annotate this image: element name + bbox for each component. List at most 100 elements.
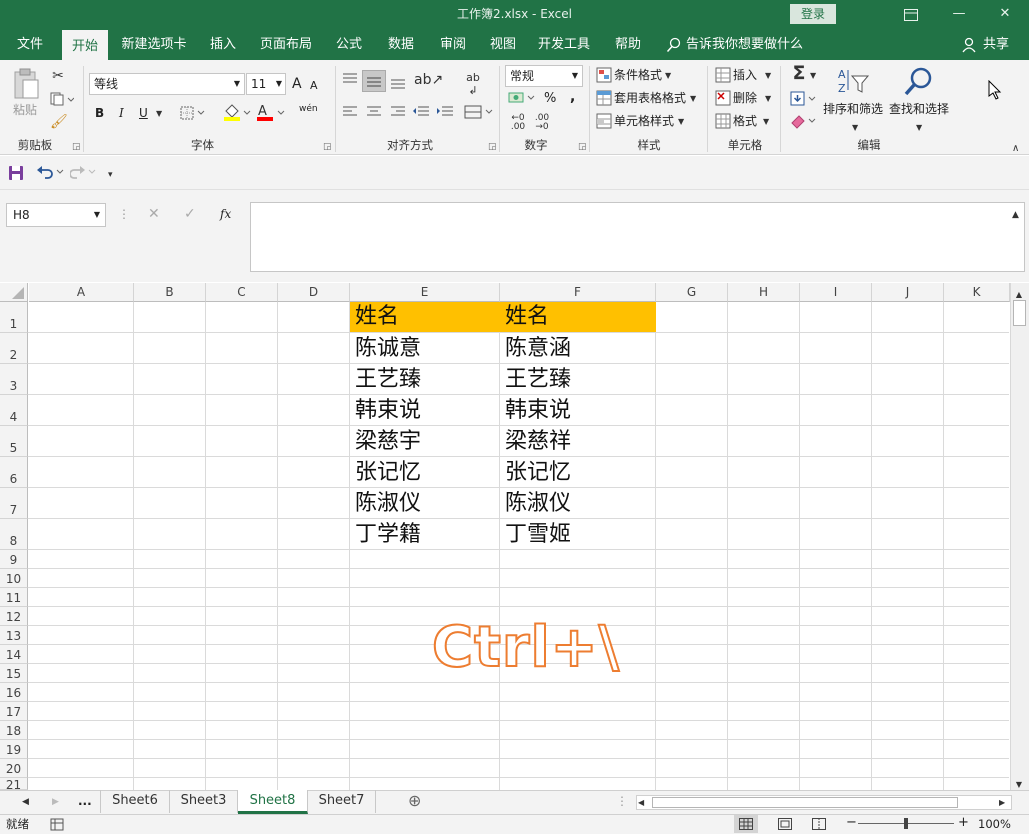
- column-header[interactable]: I: [800, 283, 872, 302]
- tell-me-search[interactable]: 告诉我你想要做什么: [686, 30, 806, 60]
- row-header[interactable]: 12: [0, 607, 28, 626]
- sort-filter-icon[interactable]: AZ: [836, 66, 870, 101]
- sheet-tab-active[interactable]: Sheet8: [238, 790, 308, 814]
- row-header[interactable]: 7: [0, 488, 28, 519]
- increase-indent-icon[interactable]: [436, 105, 454, 122]
- cell-e4[interactable]: 韩束说: [350, 396, 421, 426]
- comma-button[interactable]: ,: [570, 88, 575, 106]
- tab-data[interactable]: 数据: [378, 30, 424, 60]
- chevron-down-icon[interactable]: ▼: [678, 113, 684, 131]
- cell-f1[interactable]: 姓名: [500, 302, 549, 332]
- row-header[interactable]: 11: [0, 588, 28, 607]
- cell-f7[interactable]: 陈淑仪: [500, 489, 571, 519]
- row-header[interactable]: 13: [0, 626, 28, 645]
- share-button[interactable]: 共享: [980, 30, 1012, 60]
- column-header[interactable]: D: [278, 283, 350, 302]
- bold-button[interactable]: B: [95, 104, 104, 122]
- cell-e8[interactable]: 丁学籍: [350, 520, 421, 550]
- minimize-button[interactable]: —: [936, 0, 982, 30]
- cell-f4[interactable]: 韩束说: [500, 396, 571, 426]
- find-select-icon[interactable]: [903, 66, 935, 101]
- vertical-scrollbar[interactable]: [1010, 283, 1029, 790]
- tab-help[interactable]: 帮助: [606, 30, 650, 60]
- row-header[interactable]: 6: [0, 457, 28, 488]
- number-format-select[interactable]: 常规 ▼: [505, 65, 583, 87]
- sheet-tab[interactable]: Sheet3: [170, 790, 238, 813]
- save-icon[interactable]: [8, 165, 24, 184]
- delete-cells-button[interactable]: 删除: [733, 89, 757, 107]
- alignment-launcher-icon[interactable]: ◲: [488, 142, 497, 152]
- column-header[interactable]: K: [944, 283, 1010, 302]
- row-header[interactable]: 21: [0, 778, 28, 790]
- decrease-indent-icon[interactable]: [412, 105, 430, 122]
- page-break-view-icon[interactable]: [812, 818, 826, 833]
- fill-icon[interactable]: [790, 91, 820, 110]
- column-header[interactable]: J: [872, 283, 944, 302]
- orientation-icon[interactable]: ab↗: [414, 71, 443, 89]
- cell-styles-icon[interactable]: [596, 113, 612, 132]
- tab-new[interactable]: 新建选项卡: [114, 30, 194, 60]
- expand-formula-icon[interactable]: ▲: [1012, 206, 1019, 224]
- tab-file[interactable]: 文件: [0, 30, 60, 60]
- italic-button[interactable]: I: [119, 104, 124, 122]
- tab-developer[interactable]: 开发工具: [530, 30, 598, 60]
- font-name-select[interactable]: 等线 ▼: [89, 73, 245, 95]
- merge-center-icon[interactable]: [464, 105, 494, 122]
- name-box[interactable]: H8 ▼: [6, 203, 106, 227]
- cell-f5[interactable]: 梁慈祥: [500, 427, 571, 457]
- grow-font-button[interactable]: A: [292, 75, 302, 93]
- fill-color-icon[interactable]: [222, 103, 252, 124]
- tab-split-grip-icon[interactable]: ⋮: [616, 792, 628, 810]
- formula-input[interactable]: [250, 202, 1025, 272]
- align-center-icon[interactable]: [366, 105, 382, 122]
- column-header[interactable]: A: [29, 283, 134, 302]
- chevron-down-icon[interactable]: ▼: [852, 119, 858, 137]
- shrink-font-button[interactable]: A: [310, 77, 318, 95]
- chevron-down-icon[interactable]: ▼: [916, 119, 922, 137]
- page-layout-view-icon[interactable]: [778, 818, 792, 833]
- conditional-format-button[interactable]: 条件格式: [614, 66, 662, 84]
- cell-e7[interactable]: 陈淑仪: [350, 489, 421, 519]
- cut-icon[interactable]: ✂: [50, 67, 66, 85]
- underline-button[interactable]: U: [139, 104, 148, 122]
- cell-f2[interactable]: 陈意涵: [500, 334, 571, 364]
- wrap-text-icon[interactable]: ab ↲: [466, 71, 480, 97]
- align-middle-icon[interactable]: [362, 70, 386, 92]
- sort-filter-button[interactable]: 排序和筛选: [823, 100, 883, 118]
- next-sheet-icon[interactable]: ▶: [52, 793, 59, 811]
- zoom-slider-thumb[interactable]: [904, 818, 908, 829]
- close-button[interactable]: ✕: [982, 0, 1028, 30]
- cell-e5[interactable]: 梁慈宇: [350, 427, 421, 457]
- align-bottom-icon[interactable]: [390, 74, 406, 93]
- phonetic-button[interactable]: wén: [299, 100, 318, 118]
- chevron-down-icon[interactable]: ▼: [763, 113, 769, 131]
- copy-icon[interactable]: [50, 92, 75, 109]
- row-header[interactable]: 20: [0, 759, 28, 778]
- delete-cells-icon[interactable]: [715, 90, 731, 109]
- font-color-icon[interactable]: A: [256, 103, 286, 124]
- insert-cells-icon[interactable]: [715, 67, 731, 86]
- currency-icon[interactable]: [508, 90, 536, 109]
- cell-e6[interactable]: 张记忆: [350, 458, 421, 488]
- format-cells-button[interactable]: 格式: [733, 112, 757, 130]
- row-header[interactable]: 2: [0, 333, 28, 364]
- format-cells-icon[interactable]: [715, 113, 731, 132]
- scroll-left-icon[interactable]: ◀: [638, 795, 644, 810]
- conditional-format-icon[interactable]: [596, 67, 612, 86]
- cell-f6[interactable]: 张记忆: [500, 458, 571, 488]
- row-header[interactable]: 9: [0, 550, 28, 569]
- column-header[interactable]: B: [134, 283, 206, 302]
- redo-icon[interactable]: [69, 164, 100, 183]
- sheet-tab[interactable]: Sheet6: [100, 790, 170, 813]
- format-painter-icon[interactable]: 🖌: [50, 113, 68, 131]
- clipboard-launcher-icon[interactable]: ◲: [72, 142, 81, 152]
- row-header[interactable]: 1: [0, 302, 28, 333]
- confirm-entry-icon[interactable]: ✓: [184, 205, 196, 223]
- cell-f8[interactable]: 丁雪姬: [500, 520, 571, 550]
- chevron-down-icon[interactable]: ▼: [810, 67, 816, 85]
- tab-insert[interactable]: 插入: [200, 30, 246, 60]
- autosum-icon[interactable]: Σ: [789, 64, 809, 83]
- cell-styles-button[interactable]: 单元格样式: [614, 112, 674, 130]
- increase-decimal-icon[interactable]: ←0.00: [508, 114, 528, 132]
- column-header[interactable]: G: [656, 283, 728, 302]
